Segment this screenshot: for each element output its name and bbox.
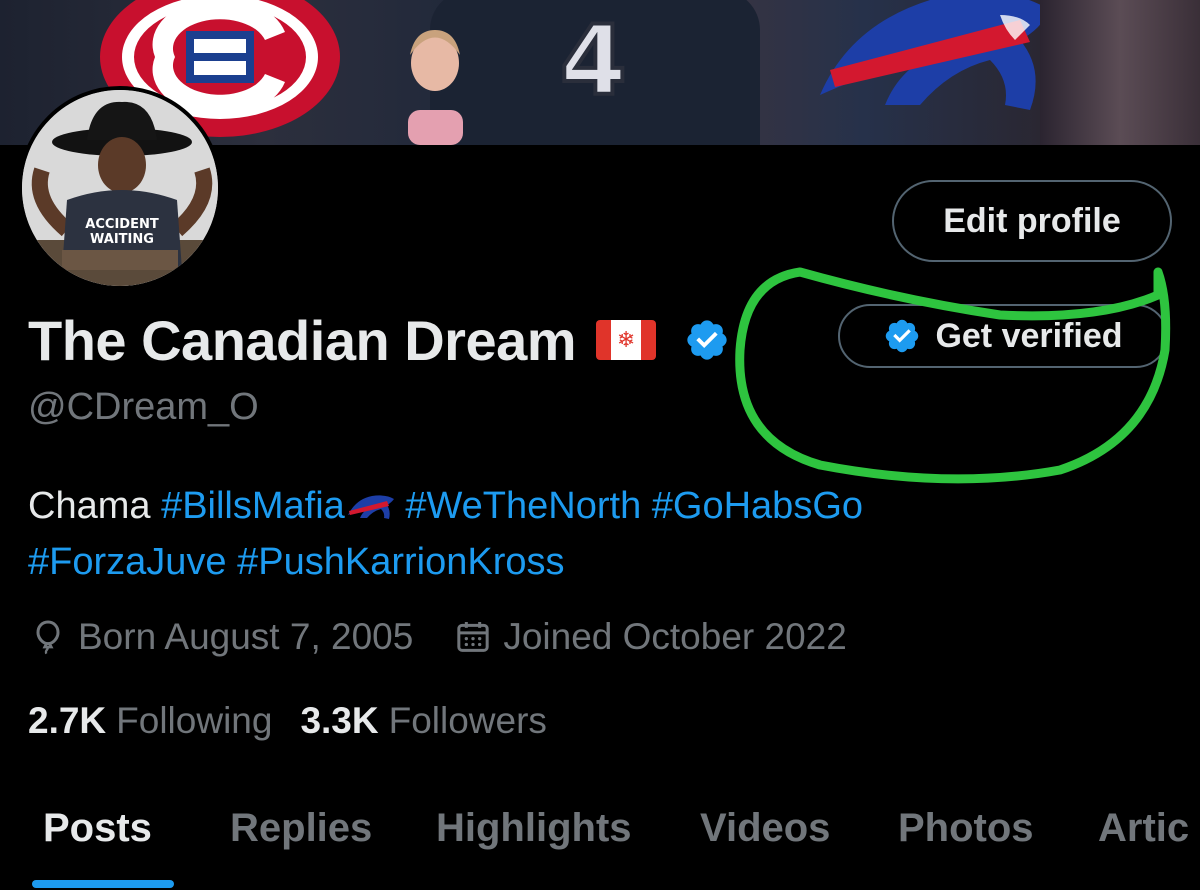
bills-logo-icon [347, 495, 394, 519]
tab-posts[interactable]: Posts [43, 806, 152, 851]
active-tab-indicator [32, 880, 174, 888]
bills-logo-image [820, 0, 1050, 110]
birthdate-text: Born August 7, 2005 [78, 616, 414, 657]
edit-profile-button[interactable]: Edit profile [892, 180, 1172, 262]
hashtag-link[interactable]: #ForzaJuve [28, 541, 227, 583]
hashtag-link[interactable]: #GoHabsGo [652, 485, 863, 527]
birthday-balloon-icon [36, 620, 60, 655]
avatar[interactable]: ACCIDENT WAITING [18, 86, 222, 290]
display-name: The Canadian Dream [28, 308, 577, 372]
profile-meta: Born August 7, 2005 Joined October 2022 [28, 616, 887, 658]
tab-articles[interactable]: Artic [1098, 806, 1189, 851]
hashtag-link[interactable]: #WeTheNorth [405, 485, 641, 527]
following-count: 2.7K [28, 700, 107, 741]
avatar-photo: ACCIDENT WAITING [22, 90, 218, 286]
hashtag-link[interactable]: #BillsMafia [161, 485, 345, 527]
tab-videos[interactable]: Videos [700, 806, 830, 851]
hashtag-link[interactable]: #PushKarrionKross [237, 541, 564, 583]
birthdate-item: Born August 7, 2005 [28, 616, 413, 658]
crowd-image [1040, 0, 1200, 145]
following-link[interactable]: 2.7K Following [28, 700, 272, 742]
profile-tabs: Posts Replies Highlights Videos Photos A… [0, 790, 1200, 890]
follow-stats: 2.7K Following 3.3K Followers [28, 700, 575, 742]
verified-badge-icon [886, 319, 919, 353]
tab-replies[interactable]: Replies [230, 806, 372, 851]
get-verified-button[interactable]: Get verified [838, 304, 1168, 368]
bio: Chama #BillsMafia #WeTheNorth #GoHabsGo … [28, 478, 1178, 590]
followers-link[interactable]: 3.3K Followers [300, 700, 546, 742]
jersey-number: 4 [558, 3, 629, 119]
name-row: The Canadian Dream ❄ [28, 300, 730, 380]
avatar-shirt-line1: ACCIDENT [85, 217, 159, 232]
canada-flag-icon: ❄ [596, 320, 657, 360]
following-label: Following [116, 700, 273, 741]
tab-photos[interactable]: Photos [898, 806, 1034, 851]
bio-text: Chama [28, 485, 151, 527]
handle: @CDream_O [28, 386, 259, 428]
child-figure-image [408, 30, 463, 145]
verified-badge-icon[interactable] [684, 317, 730, 363]
tab-highlights[interactable]: Highlights [436, 806, 632, 851]
get-verified-label: Get verified [935, 316, 1123, 355]
followers-label: Followers [388, 700, 547, 741]
joined-item: Joined October 2022 [453, 616, 847, 658]
followers-count: 3.3K [300, 700, 379, 741]
calendar-icon [457, 622, 489, 652]
joined-text: Joined October 2022 [503, 616, 847, 657]
avatar-shirt-line2: WAITING [90, 232, 154, 247]
